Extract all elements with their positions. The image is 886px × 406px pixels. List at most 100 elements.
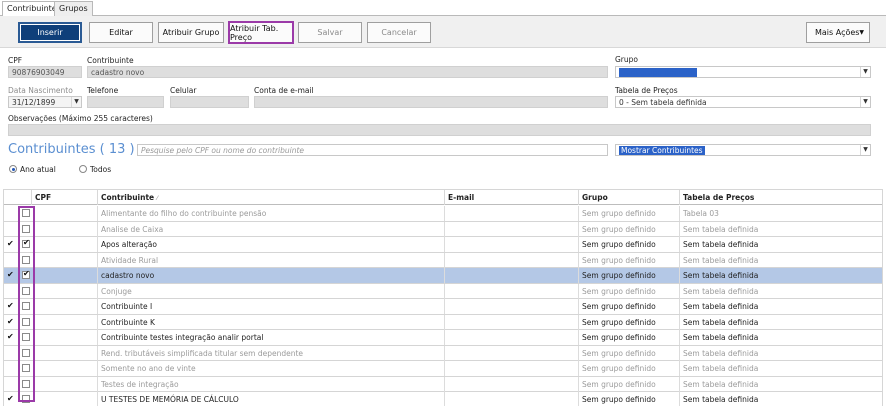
table-row[interactable]: Atividade Rural Sem grupo definido Sem tab… — [4, 252, 882, 268]
tab-contribuinte[interactable]: Contribuinte — [2, 1, 62, 17]
cell-contribuinte: Conjuge — [98, 283, 445, 299]
cell-contribuinte: Testes de integração — [98, 376, 445, 392]
cpf-label: CPF — [8, 56, 23, 65]
cancelar-button[interactable]: Cancelar — [367, 22, 431, 43]
cell-tabela-precos: Tabela 03 — [683, 209, 719, 218]
table-row[interactable]: ✔ U TESTES DE MEMÓRIA DE CÁLCULO Sem grupo… — [4, 392, 882, 406]
cell-cpf — [32, 330, 98, 345]
table-row[interactable]: Testes de integração Sem grupo definido Se… — [4, 376, 882, 392]
cell-grupo: Sem grupo definido — [579, 314, 680, 330]
cell-email — [445, 283, 579, 299]
cell-tabela-precos: Sem tabela definida — [683, 240, 759, 249]
cell-contribuinte: Alimentante do filho do contribuinte pen… — [98, 206, 445, 221]
atribuir-grupo-button[interactable]: Atribuir Grupo — [158, 22, 224, 43]
cell-email — [445, 376, 579, 392]
data-nascimento-value: 31/12/1899 — [12, 98, 56, 107]
cell-tabela-precos: Sem tabela definida — [683, 255, 759, 265]
tab-bar: Contribuinte Grupos — [0, 0, 886, 17]
cell-email — [445, 206, 579, 221]
cell-grupo: Sem grupo definido — [579, 345, 680, 361]
cpf-field[interactable]: 90876903049 — [8, 66, 82, 78]
cell-email — [445, 314, 579, 330]
data-nascimento-field[interactable]: 31/12/1899 ▼ — [8, 96, 82, 108]
cell-grupo: Sem grupo definido — [579, 299, 680, 314]
cell-contribuinte: Somente no ano de vinte — [98, 361, 445, 376]
check-mark-icon: ✔ — [7, 394, 14, 403]
cell-cpf — [32, 237, 98, 252]
cell-grupo: Sem grupo definido — [579, 283, 680, 299]
check-mark-icon: ✔ — [7, 316, 14, 326]
cell-tabela-precos: Sem tabela definida — [683, 317, 759, 327]
cell-cpf — [32, 299, 98, 314]
table-row[interactable]: ✔ Contribuinte I Sem grupo definido Sem tab… — [4, 299, 882, 315]
observacoes-label: Observações (Máximo 255 caracteres) — [8, 114, 153, 123]
atribuir-tab-preco-button[interactable]: Atribuir Tab. Preço — [228, 21, 294, 44]
table-row[interactable]: ✔ cadastro novo Sem grupo definidoSem tabe… — [4, 268, 882, 284]
tabela-precos-value: 0 - Sem tabela definida — [619, 98, 707, 107]
cell-tabela-precos: Sem tabela definida — [683, 286, 759, 296]
header-cpf[interactable]: CPF — [32, 190, 98, 205]
check-mark-icon: ✔ — [7, 332, 14, 341]
header-grupo[interactable]: Grupo — [579, 190, 680, 205]
cell-email — [445, 392, 579, 406]
filter-select[interactable]: Mostrar Contribuintes ▼ — [615, 144, 871, 156]
observacoes-field[interactable] — [8, 124, 871, 136]
contribuintes-title: Contribuintes ( 13 ) — [8, 142, 135, 157]
tab-grupos[interactable]: Grupos — [54, 1, 93, 16]
cell-contribuinte: Contribuinte testes integração analir po… — [98, 330, 445, 345]
chevron-down-icon: ▼ — [860, 67, 870, 77]
editar-button[interactable]: Editar — [89, 22, 153, 43]
mais-acoes-button[interactable]: Mais Ações ▼ — [806, 22, 870, 43]
header-contribuinte[interactable]: Contribuinte ⁄ — [98, 190, 445, 205]
celular-field[interactable] — [170, 96, 249, 108]
cell-grupo: Sem grupo definido — [579, 268, 680, 283]
grupo-label: Grupo — [615, 55, 638, 64]
tabela-precos-select[interactable]: 0 - Sem tabela definida ▼ — [615, 96, 871, 108]
table-row[interactable]: Somente no ano de vinte Sem grupo definid… — [4, 361, 882, 377]
cell-cpf — [32, 361, 98, 376]
celular-label: Celular — [170, 86, 197, 95]
cell-cpf — [32, 252, 98, 268]
header-email[interactable]: E-mail — [445, 190, 579, 205]
filter-select-value: Mostrar Contribuintes — [619, 146, 705, 155]
table-row[interactable]: ✔ Contribuinte K Sem grupo definido Sem tab… — [4, 314, 882, 330]
contribuinte-field[interactable]: cadastro novo — [87, 66, 608, 78]
telefone-field[interactable] — [87, 96, 164, 108]
data-nascimento-label: Data Nascimento — [8, 86, 73, 95]
cell-cpf — [32, 221, 98, 237]
cell-contribuinte: U TESTES DE MEMÓRIA DE CÁLCULO — [98, 392, 445, 406]
table-row[interactable]: ✔ Contribuinte testes integração analir p… — [4, 330, 882, 346]
cell-grupo: Sem grupo definido — [579, 237, 680, 252]
chevron-down-icon: ▼ — [859, 29, 864, 36]
radio-todos[interactable] — [79, 165, 87, 173]
contribuintes-grid: CPF Contribuinte ⁄ E-mail Grupo Tabela d… — [3, 189, 883, 406]
cell-tabela-precos: Sem tabela definida — [683, 379, 759, 389]
cell-tabela-precos: Sem tabela definida — [683, 333, 759, 342]
chevron-down-icon: ▼ — [860, 145, 870, 155]
calendar-dropdown-icon: ▼ — [71, 97, 81, 107]
cell-contribuinte: Contribuinte I — [98, 299, 445, 314]
cell-tabela-precos: Sem tabela definida — [683, 224, 759, 234]
mais-acoes-label: Mais Ações — [815, 28, 860, 37]
header-contribuinte-label: Contribuinte — [101, 193, 155, 202]
table-row[interactable]: Analise de Caixa Sem grupo definido Sem ta… — [4, 221, 882, 237]
inserir-button[interactable]: Inserir — [18, 22, 82, 43]
cell-tabela-precos: Sem tabela definida — [683, 364, 759, 373]
table-row[interactable]: Alimentante do filho do contribuinte pen… — [4, 206, 882, 222]
checkbox-column-highlight — [18, 206, 35, 402]
salvar-button[interactable]: Salvar — [298, 22, 362, 43]
table-row[interactable]: Rend. tributáveis simplificada titular s… — [4, 345, 882, 361]
grupo-select[interactable]: Sem grupo definido ▼ — [615, 66, 871, 78]
cell-tabela-precos: Sem tabela definida — [683, 348, 759, 358]
check-mark-icon: ✔ — [7, 270, 14, 279]
toolbar: Inserir Editar Atribuir Grupo Atribuir T… — [0, 16, 886, 48]
table-row[interactable]: Conjuge Sem grupo definido Sem tabela defi… — [4, 283, 882, 299]
email-field[interactable] — [254, 96, 608, 108]
cell-grupo: Sem grupo definido — [579, 330, 680, 345]
cell-email — [445, 299, 579, 314]
table-row[interactable]: ✔ Apos alteração Sem grupo definidoSem tab… — [4, 237, 882, 253]
header-tabela-precos[interactable]: Tabela de Preços — [680, 190, 882, 205]
radio-ano-atual[interactable] — [9, 165, 17, 173]
cell-email — [445, 221, 579, 237]
search-input[interactable]: Pesquise pelo CPF ou nome do contribuint… — [137, 144, 608, 156]
